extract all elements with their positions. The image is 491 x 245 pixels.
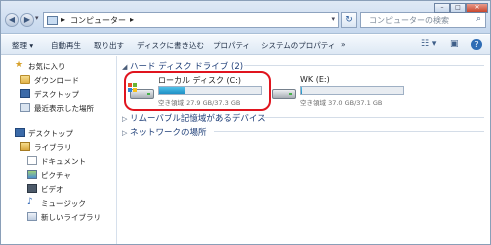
group-divider <box>214 131 484 132</box>
preview-pane-icon[interactable]: ▣ <box>450 39 462 50</box>
system-properties-button[interactable]: システムのプロパティ <box>261 40 335 51</box>
nav-documents[interactable]: ドキュメント <box>41 156 86 167</box>
close-button[interactable]: ✕ <box>466 3 488 13</box>
drive-e[interactable]: WK (E:) 空き領域 37.0 GB/37.1 GB <box>270 75 410 107</box>
search-icon[interactable]: ⌕ <box>476 14 481 24</box>
nav-desktop-favorite[interactable]: デスクトップ <box>34 89 79 100</box>
new-library-icon <box>27 212 37 221</box>
group-divider <box>262 117 484 118</box>
nav-favorites[interactable]: お気に入り <box>28 61 66 72</box>
expand-triangle-icon[interactable]: ▷ <box>122 115 130 123</box>
nav-new-library[interactable]: 新しいライブラリ <box>41 212 101 223</box>
desktop-root-icon <box>15 128 25 137</box>
libraries-icon <box>20 142 30 151</box>
view-options-icon[interactable]: ☷ ▾ <box>421 39 443 50</box>
properties-button[interactable]: プロパティ <box>213 40 250 51</box>
nav-libraries[interactable]: ライブラリ <box>34 142 72 153</box>
computer-icon <box>47 16 58 25</box>
music-icon: ♪ <box>27 197 33 207</box>
more-commands-button[interactable]: » <box>341 40 346 49</box>
downloads-folder-icon <box>20 75 30 84</box>
command-bar: 整理 ▾ 自動再生 取り出す ディスクに書き込む プロパティ システムのプロパテ… <box>1 35 490 55</box>
group-removable-label: リムーバブル記憶域があるデバイス <box>130 114 266 124</box>
organize-button[interactable]: 整理 ▾ <box>12 40 33 51</box>
search-input[interactable]: コンピューターの検索 ⌕ <box>360 12 486 28</box>
search-placeholder: コンピューターの検索 <box>369 16 449 25</box>
nav-music[interactable]: ミュージック <box>41 198 86 209</box>
red-highlight-annotation <box>124 71 271 111</box>
hard-drive-icon <box>272 89 296 99</box>
nav-pictures[interactable]: ピクチャ <box>41 170 71 181</box>
nav-downloads[interactable]: ダウンロード <box>34 75 79 86</box>
group-network-locations[interactable]: ▷ ネットワークの場所 <box>122 126 207 138</box>
autoplay-button[interactable]: 自動再生 <box>51 40 81 51</box>
breadcrumb-separator[interactable]: ▸ <box>61 15 65 24</box>
minimize-button[interactable]: – <box>434 3 450 13</box>
breadcrumb-arrow[interactable]: ▸ <box>130 15 134 24</box>
desktop-icon <box>20 89 30 98</box>
drive-e-icon <box>270 83 296 99</box>
back-button[interactable]: ◀ <box>5 13 19 27</box>
collapse-triangle-icon[interactable]: ◢ <box>122 63 130 71</box>
refresh-button[interactable]: ↻ <box>341 12 357 28</box>
star-icon: ★ <box>15 60 24 70</box>
forward-button[interactable]: ▶ <box>20 13 34 27</box>
maximize-button[interactable]: □ <box>450 3 466 13</box>
group-divider <box>244 65 484 66</box>
address-bar[interactable]: ▸ コンピューター ▸ ▾ <box>43 12 339 28</box>
nav-videos[interactable]: ビデオ <box>41 184 64 195</box>
breadcrumb-computer[interactable]: コンピューター <box>70 15 126 26</box>
documents-icon <box>27 156 37 165</box>
recent-places-icon <box>20 103 30 112</box>
group-network-label: ネットワークの場所 <box>130 128 207 138</box>
help-icon[interactable]: ? <box>471 39 482 50</box>
videos-icon <box>27 184 37 193</box>
drive-e-usage-bar <box>300 86 404 95</box>
recent-pages-dropdown[interactable]: ▾ <box>35 14 39 22</box>
nav-desktop[interactable]: デスクトップ <box>28 128 73 139</box>
drive-e-usage-fill <box>301 87 302 94</box>
drive-e-name: WK (E:) <box>300 75 330 84</box>
address-dropdown-icon[interactable]: ▾ <box>331 15 335 23</box>
title-bar: ◀ ▶ ▾ ▸ コンピューター ▸ ▾ ↻ コンピューターの検索 ⌕ – □ ✕ <box>1 1 490 34</box>
nav-recent-places[interactable]: 最近表示した場所 <box>34 103 94 114</box>
drive-e-free-space: 空き領域 37.0 GB/37.1 GB <box>300 99 383 107</box>
group-removable-devices[interactable]: ▷ リムーバブル記憶域があるデバイス <box>122 112 266 124</box>
navigation-pane: ★ お気に入り ダウンロード デスクトップ 最近表示した場所 デスクトップ ライ… <box>1 56 117 244</box>
pictures-icon <box>27 170 37 179</box>
explorer-window: ◀ ▶ ▾ ▸ コンピューター ▸ ▾ ↻ コンピューターの検索 ⌕ – □ ✕… <box>0 0 491 245</box>
content-area: ◢ ハード ディスク ドライブ (2) ローカル ディスク (C:) 空き領域 2… <box>118 56 490 244</box>
expand-triangle-icon[interactable]: ▷ <box>122 129 130 137</box>
burn-button[interactable]: ディスクに書き込む <box>137 40 204 51</box>
eject-button[interactable]: 取り出す <box>94 40 124 51</box>
